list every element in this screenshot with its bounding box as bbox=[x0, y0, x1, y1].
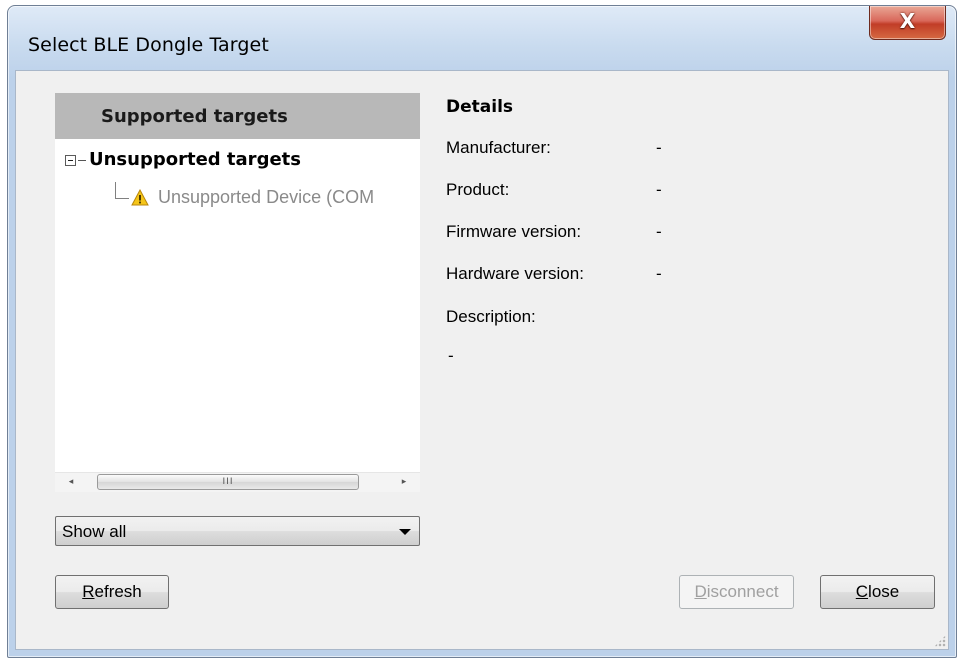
scroll-right-arrow-icon[interactable]: ▸ bbox=[396, 475, 412, 489]
product-value: - bbox=[656, 180, 662, 199]
tree-connector bbox=[78, 160, 86, 161]
details-title: Details bbox=[446, 97, 514, 117]
close-button[interactable]: Close bbox=[820, 575, 935, 609]
close-icon: X bbox=[899, 9, 916, 33]
tree-node-label: Unsupported targets bbox=[89, 149, 301, 170]
description-label: Description: bbox=[446, 307, 536, 326]
tree-connector-vertical bbox=[115, 182, 116, 198]
title-bar: Select BLE Dongle Target X bbox=[8, 6, 956, 70]
chevron-down-icon bbox=[399, 529, 411, 535]
resize-grip[interactable] bbox=[934, 635, 946, 647]
firmware-version-label: Firmware version: bbox=[446, 222, 582, 241]
firmware-version-value: - bbox=[656, 222, 662, 241]
scroll-left-arrow-icon[interactable]: ◂ bbox=[63, 475, 79, 489]
description-value: - bbox=[448, 346, 454, 365]
tree-item-unsupported-device[interactable]: Unsupported Device (COM bbox=[158, 187, 374, 208]
dialog-window: Select BLE Dongle Target X Supported tar… bbox=[7, 5, 957, 658]
grip-icon: III bbox=[222, 477, 234, 487]
hardware-version-label: Hardware version: bbox=[446, 264, 584, 283]
scroll-thumb[interactable]: III bbox=[97, 474, 359, 490]
manufacturer-value: - bbox=[656, 138, 662, 157]
dialog-client-area: Supported targets Unsupported targets Un… bbox=[15, 70, 949, 650]
tree-header-supported-targets[interactable]: Supported targets bbox=[55, 93, 420, 139]
window-title: Select BLE Dongle Target bbox=[28, 34, 269, 56]
filter-selected-value: Show all bbox=[62, 522, 127, 541]
window-close-button[interactable]: X bbox=[869, 6, 946, 40]
hardware-version-value: - bbox=[656, 264, 662, 283]
target-tree[interactable]: Supported targets Unsupported targets Un… bbox=[55, 93, 420, 491]
manufacturer-label: Manufacturer: bbox=[446, 138, 551, 157]
horizontal-scrollbar[interactable]: ◂ III ▸ bbox=[55, 472, 420, 492]
warning-icon bbox=[131, 189, 149, 206]
filter-dropdown[interactable]: Show all bbox=[55, 516, 420, 546]
tree-connector-horizontal bbox=[115, 198, 129, 199]
product-label: Product: bbox=[446, 180, 510, 199]
refresh-button[interactable]: Refresh bbox=[55, 575, 169, 609]
disconnect-button[interactable]: Disconnect bbox=[679, 575, 794, 609]
collapse-icon[interactable] bbox=[65, 155, 76, 166]
